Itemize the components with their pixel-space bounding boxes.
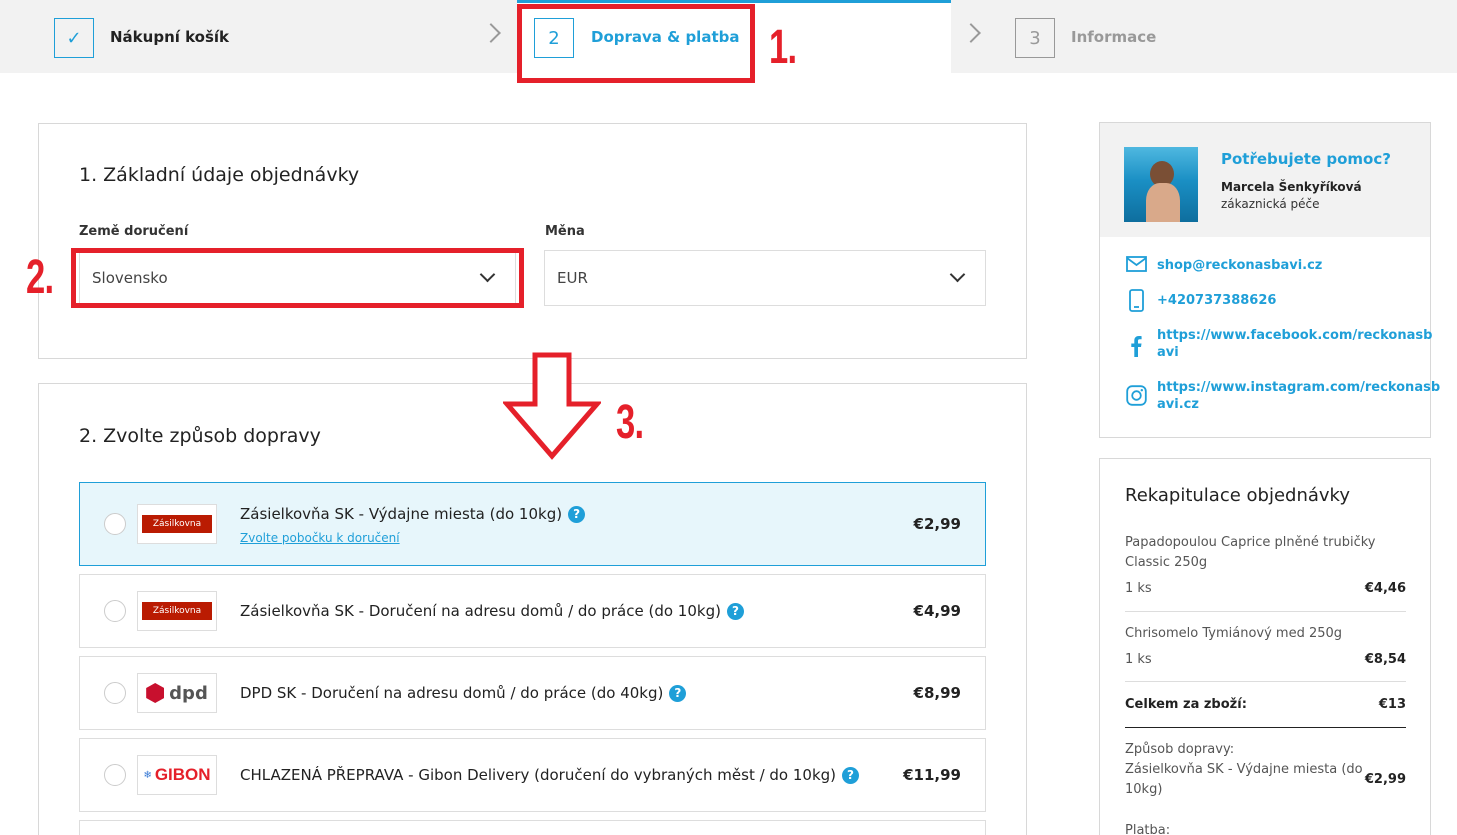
instagram-link[interactable]: https://www.instagram.com/reckonasb avi.…: [1157, 379, 1440, 413]
zasilkovna-logo: Zásilkovna: [137, 504, 217, 544]
logo-text: Zásilkovna: [142, 515, 212, 533]
shipping-price: €8,99: [913, 684, 961, 702]
chevron-right-icon: [481, 23, 501, 43]
instagram-link-line1: https://www.instagram.com/reckonasb: [1157, 380, 1441, 395]
shipping-price: €11,99: [903, 766, 961, 784]
currency-select[interactable]: EUR: [544, 250, 986, 306]
annotation-label-3: 3.: [616, 396, 644, 449]
phone-link[interactable]: +420737388626: [1157, 292, 1276, 309]
step-3-number: 3: [1015, 18, 1055, 58]
summary-total-value: €13: [1378, 697, 1406, 712]
option-name-text: DPD SK - Doručení na adresu domů / do pr…: [240, 684, 664, 702]
summary-shipping-line1: Zásielkovňa SK - Výdajne miesta (do: [1125, 762, 1363, 777]
chevron-right-icon: [961, 23, 981, 43]
avatar: [1124, 147, 1198, 222]
help-role: zákaznická péče: [1221, 197, 1320, 211]
divider: [1125, 611, 1406, 612]
shipping-option-name: DPD SK - Doručení na adresu domů / do pr…: [240, 684, 687, 702]
help-icon[interactable]: ?: [842, 767, 860, 784]
summary-title: Rekapitulace objednávky: [1125, 485, 1350, 506]
shipping-option-name: Zásielkovňa SK - Výdajne miesta (do 10kg…: [240, 505, 586, 523]
annotation-box-step: [517, 4, 755, 83]
phone-icon: [1129, 289, 1144, 312]
currency-label: Měna: [545, 224, 585, 239]
logo-text: GIBON: [154, 765, 211, 784]
shipping-option-more[interactable]: [79, 820, 986, 835]
section-1-title: 1. Základní údaje objednávky: [79, 164, 360, 186]
annotation-label-1: 1.: [769, 21, 797, 74]
shipping-option-zasilkovna-pickup[interactable]: Zásilkovna Zásielkovňa SK - Výdajne mies…: [79, 482, 986, 566]
summary-total-label: Celkem za zboží:: [1125, 697, 1247, 712]
annotation-label-2: 2.: [26, 251, 54, 304]
shipping-option-name: CHLAZENÁ PŘEPRAVA - Gibon Delivery (doru…: [240, 766, 860, 784]
instagram-link-line2: avi.cz: [1157, 397, 1199, 412]
help-icon[interactable]: ?: [568, 506, 586, 523]
instagram-icon: [1126, 385, 1147, 406]
summary-shipping-price: €2,99: [1364, 772, 1406, 787]
email-link[interactable]: shop@reckonasbavi.cz: [1157, 257, 1322, 274]
summary-shipping-line2: 10kg): [1125, 782, 1163, 797]
gibon-logo: ❄ GIBON: [137, 755, 217, 795]
divider: [1125, 727, 1406, 728]
shipping-radio[interactable]: [104, 600, 126, 622]
annotation-box-country: [71, 248, 524, 308]
summary-item-price: €4,46: [1364, 581, 1406, 596]
step-1-label[interactable]: Nákupní košík: [110, 28, 229, 46]
avatar-body: [1146, 183, 1180, 222]
summary-item-qty: 1 ks: [1125, 581, 1152, 596]
annotation-arrow-down-icon: [503, 352, 601, 460]
summary-item-name-line1: Chrisomelo Tymiánový med 250g: [1125, 626, 1343, 641]
summary-item-qty: 1 ks: [1125, 652, 1152, 667]
option-name-text: CHLAZENÁ PŘEPRAVA - Gibon Delivery (doru…: [240, 766, 837, 784]
help-title: Potřebujete pomoc?: [1221, 150, 1391, 168]
option-name-text: Zásielkovňa SK - Doručení na adresu domů…: [240, 602, 721, 620]
summary-shipping-row: Způsob dopravy: Zásielkovňa SK - Výdajne…: [1125, 740, 1406, 800]
summary-total-row: Celkem za zboží: €13: [1125, 695, 1406, 715]
zasilkovna-logo: Zásilkovna: [137, 591, 217, 631]
shipping-price: €4,99: [913, 602, 961, 620]
dpd-cube-icon: [146, 683, 165, 703]
divider: [1125, 681, 1406, 682]
envelope-icon: [1126, 256, 1147, 272]
facebook-link-line1: https://www.facebook.com/reckonasb: [1157, 328, 1433, 343]
facebook-icon: [1131, 336, 1142, 357]
shipping-radio[interactable]: [104, 513, 126, 535]
shipping-option-name: Zásielkovňa SK - Doručení na adresu domů…: [240, 602, 744, 620]
summary-item-name-line1: Papadopoulou Caprice plněné trubičky: [1125, 535, 1376, 550]
snowflake-icon: ❄: [143, 769, 152, 781]
logo-text: Zásilkovna: [142, 602, 212, 620]
shipping-option-dpd[interactable]: dpd DPD SK - Doručení na adresu domů / d…: [79, 656, 986, 730]
facebook-link[interactable]: https://www.facebook.com/reckonasb avi: [1157, 327, 1432, 361]
help-icon[interactable]: ?: [669, 685, 687, 702]
summary-item-qty-row: 1 ks €8,54: [1125, 650, 1406, 670]
currency-value: EUR: [557, 269, 588, 287]
summary-item-name-line2: Classic 250g: [1125, 555, 1208, 570]
shipping-radio[interactable]: [104, 682, 126, 704]
summary-item: Papadopoulou Caprice plněné trubičky Cla…: [1125, 533, 1406, 573]
step-3-label: Informace: [1071, 28, 1157, 46]
step-1-check-icon[interactable]: ✓: [54, 18, 94, 58]
summary-payment-label: Platba:: [1125, 823, 1171, 835]
section-2-title: 2. Zvolte způsob dopravy: [79, 425, 321, 447]
country-label: Země doručení: [79, 224, 189, 239]
shipping-radio[interactable]: [104, 764, 126, 786]
option-name-text: Zásielkovňa SK - Výdajne miesta (do 10kg…: [240, 505, 563, 523]
facebook-link-line2: avi: [1157, 345, 1179, 360]
shipping-option-zasilkovna-home[interactable]: Zásilkovna Zásielkovňa SK - Doručení na …: [79, 574, 986, 648]
help-person: Marcela Šenkyříková: [1221, 180, 1362, 194]
summary-item: Chrisomelo Tymiánový med 250g: [1125, 624, 1406, 644]
summary-item-price: €8,54: [1364, 652, 1406, 667]
summary-shipping-label: Způsob dopravy:: [1125, 742, 1235, 757]
shipping-option-gibon[interactable]: ❄ GIBON CHLAZENÁ PŘEPRAVA - Gibon Delive…: [79, 738, 986, 812]
order-basics-panel: [38, 123, 1027, 359]
shipping-price: €2,99: [913, 515, 961, 533]
logo-text: dpd: [169, 682, 208, 704]
summary-item-qty-row: 1 ks €4,46: [1125, 579, 1406, 599]
chevron-down-icon: [949, 266, 966, 283]
dpd-logo: dpd: [137, 673, 217, 713]
help-icon[interactable]: ?: [726, 603, 744, 620]
choose-branch-link[interactable]: Zvolte pobočku k doručení: [240, 531, 400, 545]
